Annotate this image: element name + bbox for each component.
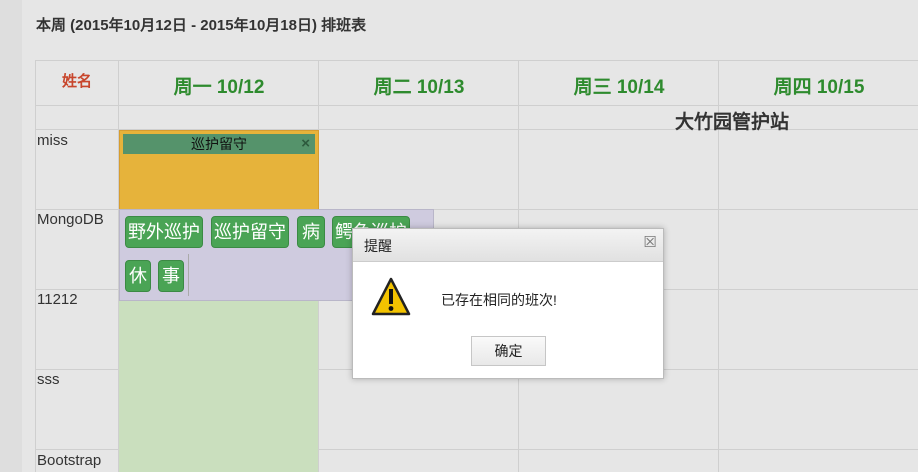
green-column-highlight [119, 300, 318, 472]
shift-option-sick[interactable]: 病 [297, 216, 325, 248]
assigned-shift-cell[interactable]: 巡护留守 × [119, 130, 319, 210]
grid-line [35, 60, 918, 61]
day-header-mon: 周一 10/12 [173, 77, 265, 98]
page-title: 本周 (2015年10月12日 - 2015年10月18日) 排班表 [36, 17, 367, 34]
name-column-header: 姓名 [61, 73, 92, 90]
warning-icon [371, 277, 411, 316]
shift-label-bar: 巡护留守 × [123, 134, 315, 154]
row-name-miss: miss [37, 132, 68, 149]
shift-label: 巡护留守 [191, 136, 247, 152]
dialog-title: 提醒 [364, 238, 392, 254]
shift-option-rest[interactable]: 休 [125, 260, 151, 292]
ok-button[interactable]: 确定 [471, 336, 546, 366]
dialog-header: 提醒 ☒ [353, 229, 663, 262]
picker-divider [188, 254, 189, 296]
row-name-bootstrap: Bootstrap [37, 452, 102, 469]
close-icon[interactable]: ☒ [643, 235, 657, 250]
day-header-tue: 周二 10/13 [373, 77, 465, 98]
day-header-thu: 周四 10/15 [773, 77, 865, 98]
shift-option-personal-leave[interactable]: 事 [158, 260, 184, 292]
shift-option-field-patrol[interactable]: 野外巡护 [125, 216, 203, 248]
left-sidebar-strip [0, 0, 22, 472]
row-name-sss: sss [37, 371, 60, 388]
row-name-mongodb: MongoDB [37, 211, 104, 228]
shift-option-patrol-standby[interactable]: 巡护留守 [211, 216, 289, 248]
remove-shift-icon[interactable]: × [301, 134, 310, 154]
grid-line [35, 105, 918, 106]
dialog-message: 已存在相同的班次! [441, 292, 557, 308]
station-group-label: 大竹园管护站 [675, 112, 790, 133]
grid-line [35, 60, 36, 472]
row-name-11212: 11212 [37, 291, 78, 308]
alert-dialog: 提醒 ☒ 已存在相同的班次! 确定 [352, 228, 664, 379]
day-header-wed: 周三 10/14 [573, 77, 665, 98]
